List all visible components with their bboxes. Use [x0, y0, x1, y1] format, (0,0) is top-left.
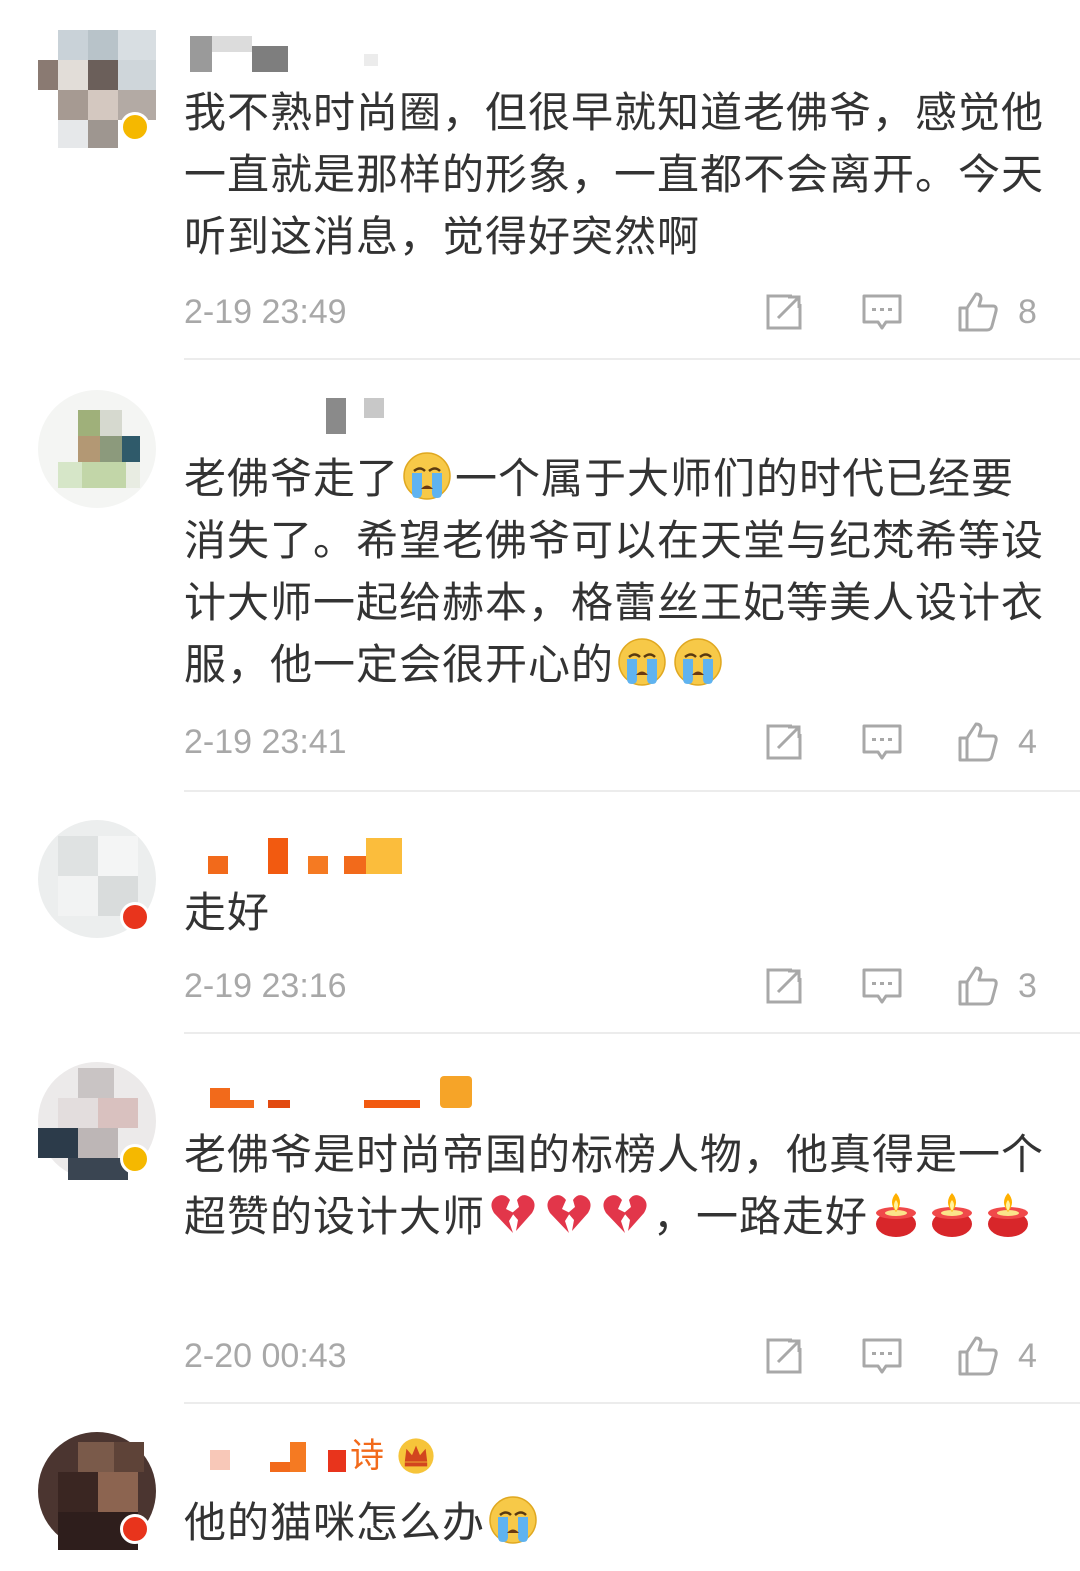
- crying-emoji: [673, 637, 723, 687]
- forward-icon[interactable]: [762, 290, 806, 334]
- divider: [184, 790, 1080, 792]
- like-count: 8: [1018, 293, 1037, 331]
- username-masked[interactable]: [184, 834, 484, 878]
- forward-icon[interactable]: [762, 1334, 806, 1378]
- avatar[interactable]: [38, 390, 156, 508]
- comment-text: 我不熟时尚圈，但很早就知道老佛爷，感觉他一直就是那样的形象，一直都不会离开。今天…: [184, 88, 1045, 261]
- verified-badge-icon: [120, 112, 150, 142]
- comment-text: 老佛爷走了 一个属于大师们的时代已经要消失了。希望老佛爷可以在天堂与纪梵希等设计大…: [184, 448, 1044, 696]
- badge-icon: [120, 1514, 150, 1544]
- comment-time: 2-20 00:43: [184, 1337, 347, 1375]
- avatar[interactable]: [38, 1432, 156, 1550]
- crown-badge-icon: [396, 1436, 436, 1476]
- comment-time: 2-19 23:41: [184, 723, 347, 761]
- thumbs-up-icon[interactable]: [956, 1334, 1000, 1378]
- comment-meta: 2-19 23:16 3: [184, 964, 1044, 1008]
- comment-time: 2-19 23:49: [184, 293, 347, 331]
- comment-meta: 2-19 23:49 8: [184, 290, 1044, 334]
- broken-heart-emoji: [544, 1189, 594, 1239]
- candle-emoji: [871, 1189, 921, 1239]
- thumbs-up-icon[interactable]: [956, 964, 1000, 1008]
- reply-icon[interactable]: [860, 290, 904, 334]
- comment-text-part: ，一路走好: [653, 1192, 869, 1241]
- forward-icon[interactable]: [762, 720, 806, 764]
- comment-meta: 2-19 23:41 4: [184, 720, 1044, 764]
- like-count: 4: [1018, 1337, 1037, 1375]
- divider: [184, 1032, 1080, 1034]
- verified-badge-icon: [120, 1144, 150, 1174]
- crying-emoji: [488, 1495, 538, 1545]
- comment-text-part: 他的猫咪怎么办: [184, 1498, 486, 1547]
- broken-heart-emoji: [600, 1189, 650, 1239]
- like-count: 4: [1018, 723, 1037, 761]
- like-count: 3: [1018, 967, 1037, 1005]
- comment-text: 他的猫咪怎么办: [184, 1492, 1044, 1554]
- forward-icon[interactable]: [762, 964, 806, 1008]
- thumbs-up-icon[interactable]: [956, 290, 1000, 334]
- comment-time: 2-19 23:16: [184, 967, 347, 1005]
- reply-icon[interactable]: [860, 964, 904, 1008]
- divider: [184, 1402, 1080, 1404]
- crying-emoji: [402, 451, 452, 501]
- reply-icon[interactable]: [860, 1334, 904, 1378]
- badge-icon: [120, 902, 150, 932]
- thumbs-up-icon[interactable]: [956, 720, 1000, 764]
- divider: [184, 358, 1080, 360]
- avatar[interactable]: [38, 1062, 156, 1180]
- username-glyph: 诗: [350, 1436, 384, 1476]
- comment-text: 老佛爷是时尚帝国的标榜人物，他真得是一个超赞的设计大师 ，一路走好: [184, 1124, 1044, 1248]
- candle-emoji: [983, 1189, 1033, 1239]
- username-masked[interactable]: [184, 32, 484, 76]
- comment-text-part: 老佛爷走了: [184, 454, 400, 503]
- reply-icon[interactable]: [860, 720, 904, 764]
- comment-meta: 2-20 00:43 4: [184, 1334, 1044, 1378]
- broken-heart-emoji: [488, 1189, 538, 1239]
- username-masked[interactable]: 诗: [184, 1436, 504, 1480]
- username-masked[interactable]: [184, 1074, 484, 1118]
- comment-text: 走好: [184, 888, 271, 937]
- avatar[interactable]: [38, 820, 156, 938]
- candle-emoji: [927, 1189, 977, 1239]
- avatar[interactable]: [38, 30, 156, 148]
- crying-emoji: [617, 637, 667, 687]
- username-masked[interactable]: [184, 394, 484, 438]
